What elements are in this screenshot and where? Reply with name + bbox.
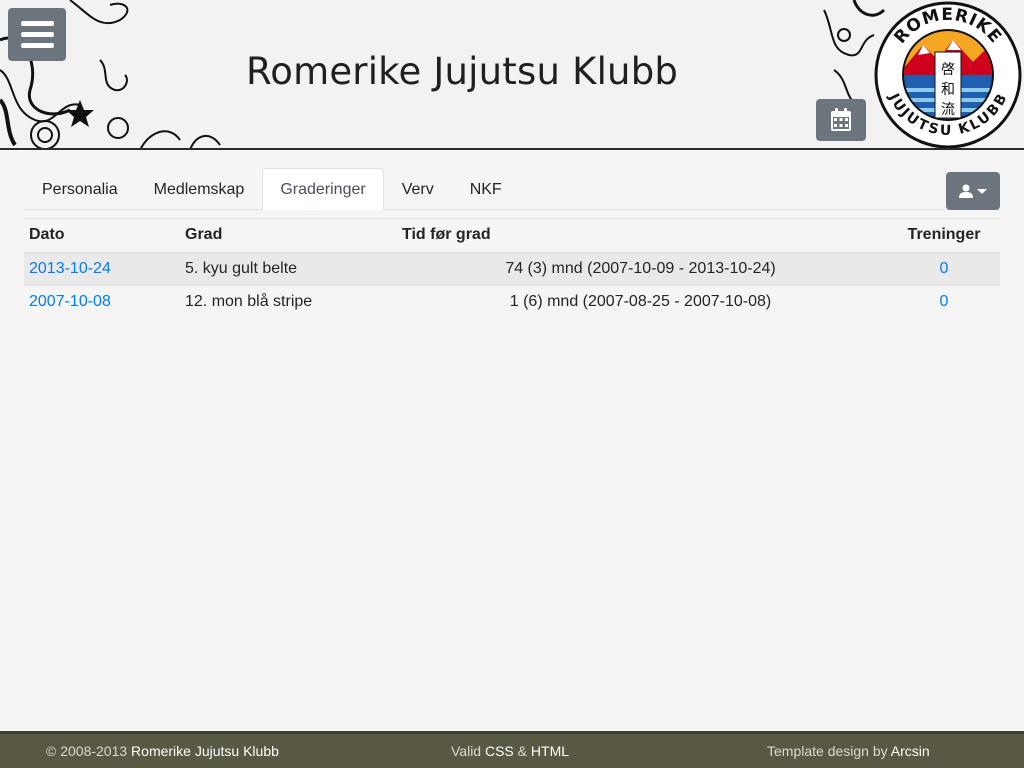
tid-cell: 1 (6) mnd (2007-08-25 - 2007-10-08) bbox=[398, 285, 888, 319]
menu-button[interactable] bbox=[8, 8, 66, 61]
logo-kanji-1: 啓 bbox=[941, 62, 955, 78]
profile-tabs: Personalia Medlemskap Graderinger Verv N… bbox=[24, 168, 1000, 210]
hamburger-icon bbox=[20, 43, 54, 48]
table-header-row: Dato Grad Tid før grad Treninger bbox=[24, 218, 1000, 254]
css-validator-link[interactable]: CSS bbox=[485, 743, 514, 759]
column-header-treninger: Treninger bbox=[888, 218, 1000, 254]
column-header-dato: Dato bbox=[24, 218, 180, 254]
dato-link[interactable]: 2007-10-08 bbox=[29, 293, 111, 310]
footer-copyright: © 2008-2013 Romerike Jujutsu Klubb bbox=[46, 743, 279, 759]
footer-validation: Valid CSS & HTML bbox=[451, 743, 569, 759]
club-logo: 啓 和 流 ROMERIKE JUJUTSU KLUBB bbox=[874, 1, 1022, 148]
design-credit-text: Template design by bbox=[767, 743, 888, 759]
tab-graderinger[interactable]: Graderinger bbox=[262, 168, 384, 210]
column-header-tid: Tid før grad bbox=[398, 218, 888, 254]
treninger-cell: 0 bbox=[888, 252, 1000, 286]
logo-kanji-2: 和 bbox=[941, 82, 955, 98]
site-header: Romerike Jujutsu Klubb 啓 和 流 ROMERIKE JU… bbox=[0, 0, 1024, 150]
chevron-down-icon bbox=[977, 188, 987, 194]
treninger-link[interactable]: 0 bbox=[940, 260, 949, 277]
ampersand-text: & bbox=[517, 743, 528, 759]
copyright-text: © 2008-2013 bbox=[46, 743, 128, 759]
grad-cell: 12. mon blå stripe bbox=[180, 285, 398, 319]
treninger-cell: 0 bbox=[888, 285, 1000, 319]
footer-club-link[interactable]: Romerike Jujutsu Klubb bbox=[131, 743, 279, 759]
designer-link[interactable]: Arcsin bbox=[891, 743, 930, 759]
column-header-grad: Grad bbox=[180, 218, 398, 254]
hamburger-icon bbox=[20, 21, 54, 26]
grad-cell: 5. kyu gult belte bbox=[180, 252, 398, 286]
valid-text: Valid bbox=[451, 743, 482, 759]
table-row: 2007-10-08 12. mon blå stripe 1 (6) mnd … bbox=[24, 285, 1000, 319]
site-title: Romerike Jujutsu Klubb bbox=[246, 50, 679, 93]
tab-medlemskap[interactable]: Medlemskap bbox=[136, 168, 263, 210]
tab-nkf[interactable]: NKF bbox=[452, 168, 520, 210]
site-footer: © 2008-2013 Romerike Jujutsu Klubb Valid… bbox=[0, 731, 1024, 768]
tab-personalia[interactable]: Personalia bbox=[24, 168, 136, 210]
logo-kanji-3: 流 bbox=[941, 102, 955, 118]
dato-cell: 2007-10-08 bbox=[24, 285, 180, 319]
graderinger-table: Dato Grad Tid før grad Treninger 2013-10… bbox=[24, 218, 1000, 319]
table-row: 2013-10-24 5. kyu gult belte 74 (3) mnd … bbox=[24, 252, 1000, 286]
calendar-icon bbox=[831, 108, 851, 131]
treninger-link[interactable]: 0 bbox=[940, 293, 949, 310]
footer-credits: Template design by Arcsin bbox=[767, 743, 930, 759]
calendar-button[interactable] bbox=[816, 99, 866, 141]
tab-verv[interactable]: Verv bbox=[384, 168, 452, 210]
user-icon bbox=[959, 184, 973, 198]
dato-cell: 2013-10-24 bbox=[24, 252, 180, 286]
user-menu-button[interactable] bbox=[946, 172, 1000, 210]
tid-cell: 74 (3) mnd (2007-10-09 - 2013-10-24) bbox=[398, 252, 888, 286]
hamburger-icon bbox=[20, 32, 54, 37]
html-validator-link[interactable]: HTML bbox=[531, 743, 569, 759]
dato-link[interactable]: 2013-10-24 bbox=[29, 260, 111, 277]
